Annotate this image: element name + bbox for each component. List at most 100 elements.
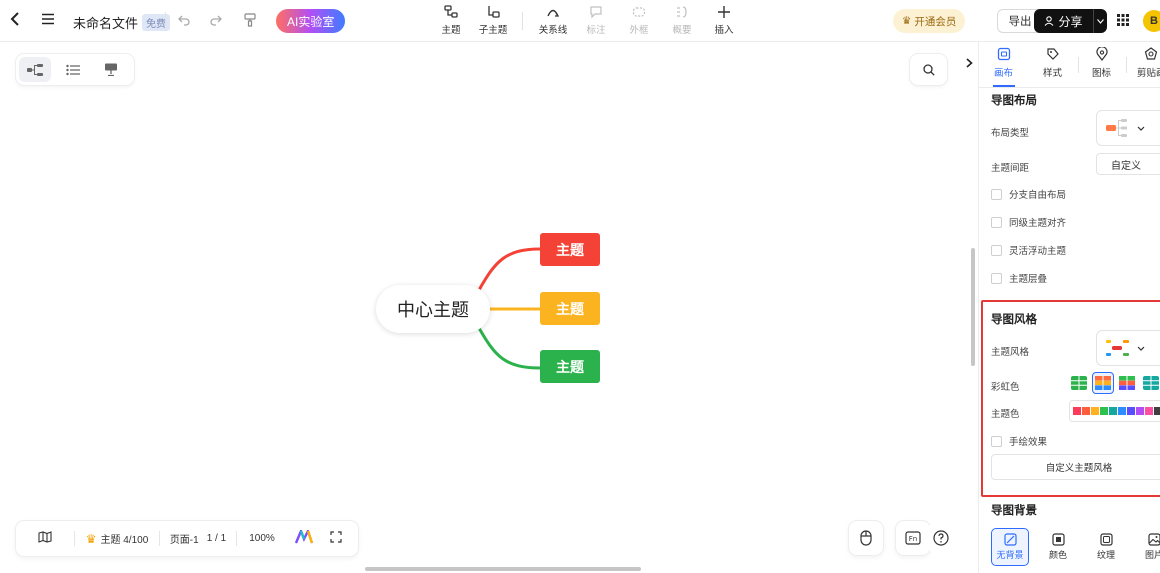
back-icon[interactable] [8,11,22,27]
apps-grid-icon[interactable] [1117,14,1129,26]
open-vip-button[interactable]: ♛ 开通会员 [893,9,966,33]
theme-color-select[interactable] [1069,400,1160,422]
rainbow-option-4[interactable] [1141,373,1160,393]
format-painter-icon[interactable] [243,12,257,27]
custom-theme-style-button[interactable]: 自定义主题风格 [991,454,1160,480]
divider [1078,57,1079,73]
fn-key-icon: Fn [905,531,921,545]
checkbox-topic-overlap[interactable]: 主题层叠 [991,271,1047,285]
checkbox-label: 灵活浮动主题 [1009,246,1067,257]
checkbox[interactable] [991,188,1002,200]
crown-icon: ♛ [85,531,97,546]
chevron-down-icon [1137,126,1145,131]
callout-tool-button[interactable]: 标注 [574,5,618,36]
color-swatch [1073,407,1081,415]
subtopic-tool-button[interactable]: 子主题 [471,5,515,36]
image-icon [1147,533,1160,546]
checkbox-label: 手绘效果 [1009,437,1048,448]
divider [522,12,523,30]
mindmap-canvas[interactable]: 中心主题 主题 主题 主题 ♛ 主题 4/100 页面-1 1 / 1 100%… [0,42,960,573]
rainbow-option-3[interactable] [1117,373,1137,393]
checkbox[interactable] [991,272,1002,284]
central-topic[interactable]: 中心主题 [376,285,490,333]
summary-tool-button[interactable]: 概要 [660,5,704,36]
tab-sticker[interactable]: 图标 [1092,47,1111,79]
clipart-icon [1145,47,1158,60]
layout-type-select[interactable] [1096,110,1160,146]
chevron-down-icon[interactable] [1093,9,1107,33]
share-button[interactable]: 分享 [1034,9,1107,33]
bg-option-color[interactable]: 颜色 [1039,528,1077,566]
subtopic-tool-label: 子主题 [478,25,508,36]
checkbox-label: 同级主题对齐 [1009,218,1067,229]
boundary-tool-button[interactable]: 外框 [617,5,661,36]
checkbox-hand-drawn[interactable]: 手绘效果 [991,434,1047,448]
map-icon[interactable] [38,531,52,546]
zoom-level[interactable]: 100% [249,533,275,544]
ai-lab-button[interactable]: AI实验室 [276,9,346,33]
texture-icon [1099,533,1113,546]
topic-style-select[interactable] [1096,330,1160,366]
rainbow-option-2[interactable] [1092,372,1114,394]
active-tab-indicator [993,85,1015,87]
bg-option-label: 颜色 [1048,550,1067,560]
color-swatch [1100,407,1108,415]
tab-style[interactable]: 样式 [1043,47,1062,79]
divider [1126,57,1127,73]
topic-spacing-field[interactable]: 自定义 [1096,153,1160,175]
tab-style-label: 样式 [1043,68,1063,79]
vertical-scrollbar[interactable] [971,248,975,366]
checkbox-free-branch[interactable]: 分支自由布局 [991,187,1066,201]
topic-spacing-label: 主题间距 [991,163,1030,174]
ai-logo-icon[interactable] [294,527,314,547]
topic-node[interactable]: 主题 [540,233,600,266]
status-bar: ♛ 主题 4/100 页面-1 1 / 1 100% [16,521,358,556]
mouse-mode-button[interactable] [849,521,883,555]
checkbox-label: 分支自由布局 [1009,190,1067,201]
checkbox-align-siblings[interactable]: 同级主题对齐 [991,215,1066,229]
boundary-icon [632,7,646,17]
color-swatch [1154,407,1160,415]
topic-tool-button[interactable]: 主题 [429,5,473,36]
tab-canvas-label: 画布 [994,68,1014,79]
rainbow-option-1[interactable] [1069,373,1089,393]
horizontal-scrollbar[interactable] [365,567,641,571]
topic-node[interactable]: 主题 [540,292,600,325]
bg-option-none[interactable]: 无背景 [991,528,1029,566]
page-name[interactable]: 页面-1 [170,531,199,546]
color-swatch [1127,407,1135,415]
topic-node[interactable]: 主题 [540,350,600,383]
checkbox-label: 主题层叠 [1009,274,1048,285]
theme-color-label: 主题色 [991,409,1020,420]
topic-icon [444,5,458,18]
rainbow-label: 彩虹色 [991,382,1020,393]
crown-icon: ♛ [902,15,912,27]
tab-clipart[interactable]: 剪贴画 [1137,47,1160,79]
relation-line-icon [547,9,560,17]
checkbox[interactable] [991,244,1002,256]
fullscreen-icon[interactable] [330,531,342,546]
chevron-right-icon [965,58,973,68]
color-swatches [1073,407,1160,415]
checkbox[interactable] [991,435,1002,447]
checkbox-floating-topic[interactable]: 灵活浮动主题 [991,243,1066,257]
bg-option-texture[interactable]: 纹理 [1087,528,1125,566]
document-title[interactable]: 未命名文件 [73,13,138,32]
avatar[interactable]: B [1143,10,1160,32]
checkbox[interactable] [991,216,1002,228]
help-button[interactable] [924,521,958,555]
collapse-panel-button[interactable] [960,42,978,84]
mindmap-app: 未命名文件 免费 AI实验室 主题 子主题 关系线 标注 外框 概要 插入 ♛ … [0,0,1160,573]
insert-tool-button[interactable]: 插入 [702,5,746,36]
redo-icon[interactable] [209,13,223,27]
menu-icon[interactable] [41,13,55,25]
undo-icon[interactable] [177,13,191,27]
subtopic-icon [488,6,500,18]
bg-option-label: 无背景 [996,550,1024,560]
boundary-tool-label: 外框 [629,25,649,36]
style-icon [1046,48,1059,60]
tab-clipart-label: 剪贴画 [1137,68,1160,79]
bg-option-image[interactable]: 图片 [1135,528,1160,566]
tab-canvas[interactable]: 画布 [994,47,1013,79]
relation-line-tool-button[interactable]: 关系线 [531,5,575,36]
